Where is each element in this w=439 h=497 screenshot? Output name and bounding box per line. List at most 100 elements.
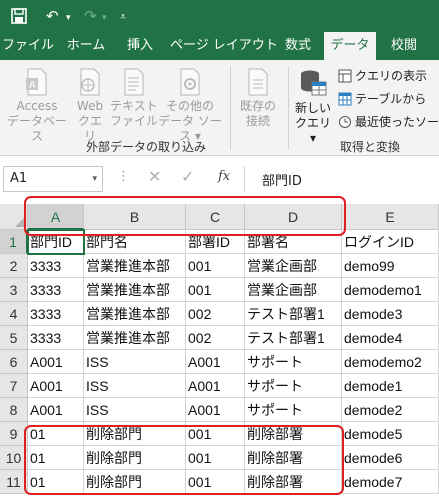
column-header-c[interactable]: C (186, 204, 245, 230)
formula-bar-resize-icon[interactable]: ⋮ (117, 169, 130, 184)
cell-a2[interactable]: 3333 (28, 254, 84, 278)
enter-icon[interactable]: ✓ (181, 167, 194, 186)
cell-b1[interactable]: 部門名 (84, 230, 186, 254)
cell-b4[interactable]: 営業推進本部 (84, 302, 186, 326)
row-header[interactable]: 4 (0, 302, 28, 326)
row-header[interactable]: 2 (0, 254, 28, 278)
save-icon[interactable] (10, 7, 28, 25)
cell-e4[interactable]: demode3 (342, 302, 439, 326)
cell-e2[interactable]: demo99 (342, 254, 439, 278)
cell-a7[interactable]: A001 (28, 374, 84, 398)
cell-a9[interactable]: 01 (28, 422, 84, 446)
cell-c9[interactable]: 001 (186, 422, 245, 446)
tab-formulas[interactable]: 数式 (278, 32, 318, 60)
cell-c5[interactable]: 002 (186, 326, 245, 350)
cell-d2[interactable]: 営業企画部 (245, 254, 342, 278)
cell-e9[interactable]: demode5 (342, 422, 439, 446)
row-header[interactable]: 6 (0, 350, 28, 374)
cell-d5[interactable]: テスト部署1 (245, 326, 342, 350)
cell-b7[interactable]: ISS (84, 374, 186, 398)
cell-c2[interactable]: 001 (186, 254, 245, 278)
new-query-button[interactable]: 新しい クエリ ▾ (292, 68, 334, 146)
row-header[interactable]: 10 (0, 446, 28, 470)
cell-b2[interactable]: 営業推進本部 (84, 254, 186, 278)
row-header[interactable]: 3 (0, 278, 28, 302)
cell-e3[interactable]: demodemo1 (342, 278, 439, 302)
customize-qat-icon[interactable]: ⩡ (120, 6, 126, 28)
column-header-e[interactable]: E (342, 204, 439, 230)
cell-a5[interactable]: 3333 (28, 326, 84, 350)
tab-review[interactable]: 校閲 (384, 32, 424, 60)
row-header[interactable]: 5 (0, 326, 28, 350)
cell-a6[interactable]: A001 (28, 350, 84, 374)
cell-c7[interactable]: A001 (186, 374, 245, 398)
cell-d3[interactable]: 営業企画部 (245, 278, 342, 302)
cell-b3[interactable]: 営業推進本部 (84, 278, 186, 302)
cell-d11[interactable]: 削除部署 (245, 470, 342, 494)
cell-d9[interactable]: 削除部署 (245, 422, 342, 446)
cell-a11[interactable]: 01 (28, 470, 84, 494)
formula-input[interactable]: 部門ID (262, 170, 302, 189)
cell-d6[interactable]: サポート (245, 350, 342, 374)
cell-d7[interactable]: サポート (245, 374, 342, 398)
tab-insert[interactable]: 挿入 (120, 32, 160, 60)
column-header-d[interactable]: D (245, 204, 342, 230)
recent-sources-button[interactable]: 最近使ったソース (338, 114, 439, 130)
redo-icon[interactable]: ↷ (84, 5, 97, 27)
cell-b10[interactable]: 削除部門 (84, 446, 186, 470)
tab-home[interactable]: ホーム (62, 32, 110, 60)
row-header[interactable]: 9 (0, 422, 28, 446)
cell-c10[interactable]: 001 (186, 446, 245, 470)
cell-e10[interactable]: demode6 (342, 446, 439, 470)
cell-e11[interactable]: demode7 (342, 470, 439, 494)
cell-c6[interactable]: A001 (186, 350, 245, 374)
cell-c3[interactable]: 001 (186, 278, 245, 302)
redo-dropdown-icon[interactable]: ▾ (102, 7, 107, 29)
cell-e1[interactable]: ログインID (342, 230, 439, 254)
show-queries-button[interactable]: クエリの表示 (338, 68, 427, 84)
cell-e8[interactable]: demode2 (342, 398, 439, 422)
other-sources-button[interactable]: その他の データ ソース ▾ (154, 68, 226, 144)
cell-b5[interactable]: 営業推進本部 (84, 326, 186, 350)
name-box[interactable]: A1 ▾ (3, 166, 103, 192)
cell-a8[interactable]: A001 (28, 398, 84, 422)
cell-a3[interactable]: 3333 (28, 278, 84, 302)
cell-b9[interactable]: 削除部門 (84, 422, 186, 446)
cell-a1[interactable]: 部門ID (28, 230, 84, 254)
column-header-a[interactable]: A (28, 204, 84, 230)
cell-c1[interactable]: 部署ID (186, 230, 245, 254)
cell-d4[interactable]: テスト部署1 (245, 302, 342, 326)
cell-e6[interactable]: demodemo2 (342, 350, 439, 374)
cell-d1[interactable]: 部署名 (245, 230, 342, 254)
cell-b8[interactable]: ISS (84, 398, 186, 422)
tab-data[interactable]: データ (324, 32, 376, 60)
select-all-button[interactable] (0, 204, 28, 230)
cell-a4[interactable]: 3333 (28, 302, 84, 326)
row-header[interactable]: 11 (0, 470, 28, 494)
row-header[interactable]: 8 (0, 398, 28, 422)
cell-c11[interactable]: 001 (186, 470, 245, 494)
cell-a10[interactable]: 01 (28, 446, 84, 470)
undo-icon[interactable]: ↶ (46, 5, 59, 27)
row-header[interactable]: 1 (0, 230, 28, 254)
row-header[interactable]: 7 (0, 374, 28, 398)
undo-dropdown-icon[interactable]: ▾ (66, 7, 71, 29)
existing-connections-button[interactable]: 既存の 接続 (234, 68, 282, 129)
cell-b6[interactable]: ISS (84, 350, 186, 374)
cell-e5[interactable]: demode4 (342, 326, 439, 350)
tab-file[interactable]: ファイル (2, 32, 54, 60)
column-header-b[interactable]: B (84, 204, 186, 230)
insert-function-icon[interactable]: fx (218, 169, 230, 184)
text-file-button[interactable]: テキスト ファイル (110, 68, 158, 129)
from-table-button[interactable]: テーブルから (338, 91, 426, 107)
chevron-down-icon[interactable]: ▾ (92, 167, 97, 191)
cell-d10[interactable]: 削除部署 (245, 446, 342, 470)
cell-e7[interactable]: demode1 (342, 374, 439, 398)
cell-d8[interactable]: サポート (245, 398, 342, 422)
access-button[interactable]: A Access データベース (4, 68, 70, 144)
tab-page-layout[interactable]: ページ レイアウト (170, 32, 278, 60)
cell-c8[interactable]: A001 (186, 398, 245, 422)
web-query-button[interactable]: Web クエリ (74, 68, 106, 144)
cancel-icon[interactable]: ✕ (148, 167, 161, 186)
cell-b11[interactable]: 削除部門 (84, 470, 186, 494)
